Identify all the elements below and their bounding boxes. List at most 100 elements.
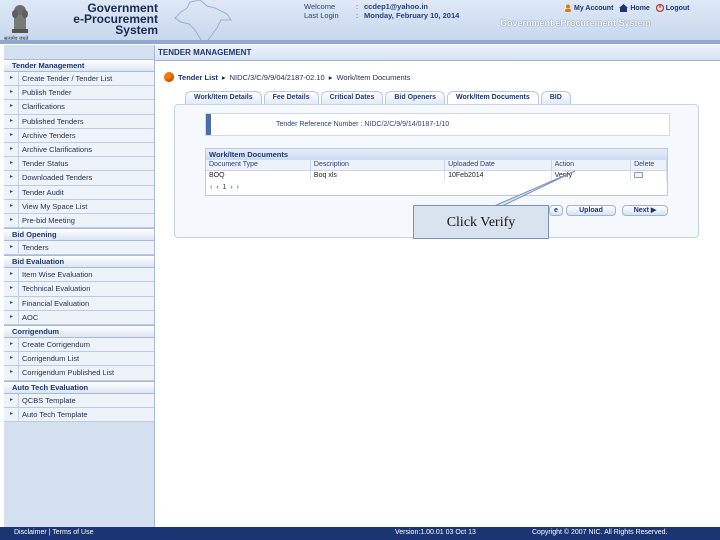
sidebar-item-aoc[interactable]: ▸ AOC [4,310,154,325]
sidebar-item-label: AOC [22,312,39,322]
col-delete: Delete [630,160,667,171]
arrow-right-icon: ▸ [10,355,14,362]
site-logo[interactable]: Government e-Procurement System [40,2,158,36]
breadcrumb-tender-id[interactable]: NIDC/3/C/9/9/04/2187-02.10 [230,73,325,82]
arrow-right-icon: ▸ [10,160,14,167]
sidebar-item-prebid-meeting[interactable]: ▸ Pre-bid Meeting [4,213,154,229]
tab-bid-openers[interactable]: Bid Openers [385,91,445,104]
logout-link[interactable]: Logout [655,4,690,12]
tender-reference-value: NIDC/2/C/9/9/14/0187-1/10 [364,121,450,128]
arrow-right-icon: ▸ [10,145,14,152]
section-title: TENDER MANAGEMENT [158,48,252,57]
footer-version: Version:1.00.01 03 Oct 13 [395,529,476,536]
sidebar-item-technical-evaluation[interactable]: ▸ Technical Evaluation [4,282,154,297]
sidebar-item-tenders[interactable]: ▸ Tenders [4,241,154,256]
tab-work-item-details[interactable]: Work/Item Details [185,91,262,104]
sidebar-item-label: Corrigendum Published List [22,368,115,378]
arrow-right-icon: ▸ [10,216,14,223]
header-divider [0,40,720,44]
tab-fee-details[interactable]: Fee Details [263,91,319,104]
my-account-link[interactable]: My Account [564,4,613,12]
next-button[interactable]: Next ▶ [622,205,668,216]
arrow-right-icon: ▸ [10,117,14,124]
sidebar-group-bid-evaluation: Bid Evaluation [4,255,154,269]
sidebar-item-item-wise-evaluation[interactable]: ▸ Item Wise Evaluation [4,268,154,283]
sidebar-item-publish-tender[interactable]: ▸ Publish Tender [4,86,154,101]
logout-icon [655,4,664,12]
sidebar-item-archive-tenders[interactable]: ▸ Archive Tenders [4,128,154,143]
sidebar-group-tender-management: Tender Management [4,59,154,72]
tab-critical-dates[interactable]: Critical Dates [320,91,384,104]
arrow-right-icon: ▸ [10,271,14,278]
arrow-right-icon: ▸ [10,75,14,81]
arrow-right-icon: ▸ [10,299,14,306]
header: सत्यमेव जयते Government e-Procurement Sy… [0,0,720,44]
arrow-right-icon: ▸ [10,188,14,195]
sidebar-item-label: Publish Tender [22,88,72,98]
sidebar-item-create-tender[interactable]: ▸ Create Tender / Tender List [4,72,154,87]
sidebar-item-published-tenders[interactable]: ▸ Published Tenders [4,114,154,129]
india-map-icon [174,0,232,44]
arrow-right-icon: ▸ [10,131,14,138]
user-icon [565,4,571,12]
tab-bid[interactable]: BID [540,91,571,104]
sidebar-item-auto-tech-template[interactable]: ▸ Auto Tech Template [4,407,154,422]
breadcrumb: Tender List ▸ NIDC/3/C/9/9/04/2187-02.10… [164,72,411,82]
sidebar-item-label: Tender Status [22,159,69,169]
sidebar-item-corrigendum-list[interactable]: ▸ Corrigendum List [4,352,154,367]
arrow-right-icon: ▸ [10,369,14,376]
home-link[interactable]: Home [619,4,650,12]
sidebar-group-auto-tech-evaluation: Auto Tech Evaluation [4,380,154,394]
breadcrumb-current: Work/Item Documents [336,72,411,82]
welcome-colon: : [356,2,359,11]
sidebar-item-label: Tenders [22,243,49,253]
sidebar-item-label: View My Space List [22,201,88,211]
home-label: Home [630,4,650,12]
welcome-value: ccdep1@yahoo.in [364,2,428,11]
cell-description: Boq xls [310,170,446,181]
footer-copyright: Copyright © 2007 NIC. All Rights Reserve… [532,529,668,536]
sidebar: Tender Management ▸ Create Tender / Tende… [4,45,155,527]
col-document-type: Document Type [206,160,311,171]
sidebar-item-tender-audit[interactable]: ▸ Tender Audit [4,185,154,200]
sidebar-item-label: Create Tender / Tender List [22,74,113,83]
tab-work-item-documents[interactable]: Work/Item Documents [446,91,539,105]
arrow-right-icon: ▸ [10,89,14,96]
accent-bar [206,114,211,135]
sidebar-item-downloaded-tenders[interactable]: ▸ Downloaded Tenders [4,171,154,186]
arrow-right-icon: ▸ [10,396,14,403]
sidebar-item-corrigendum-published-list[interactable]: ▸ Corrigendum Published List [4,366,154,381]
sidebar-item-label: Item Wise Evaluation [22,270,93,280]
tender-reference-label: Tender Reference Number : [276,121,363,128]
footer-links[interactable]: Disclaimer | Terms of Use [14,529,93,536]
sidebar-item-my-space-list[interactable]: ▸ View My Space List [4,199,154,214]
arrow-right-icon: ▸ [10,341,14,347]
sidebar-item-tender-status[interactable]: ▸ Tender Status [4,157,154,172]
bullet-icon [164,72,174,82]
sidebar-item-label: Create Corrigendum [22,340,90,349]
sidebar-item-label: Published Tenders [22,116,84,126]
sidebar-item-label: Archive Clarifications [22,144,93,154]
breadcrumb-tender-list[interactable]: Tender List [178,73,218,82]
sidebar-group-corrigendum: Corrigendum [4,325,154,338]
documents-title: Work/Item Documents [206,149,667,160]
sidebar-item-create-corrigendum[interactable]: ▸ Create Corrigendum [4,338,154,353]
tender-reference-box: Tender Reference Number : NIDC/2/C/9/9/1… [205,113,670,136]
delete-doc-icon[interactable] [634,171,644,178]
arrow-right-icon: ▸ [10,410,14,417]
sidebar-item-clarifications[interactable]: ▸ Clarifications [4,100,154,115]
arrow-right-icon: ▸ [10,244,14,251]
sidebar-item-archive-clarifications[interactable]: ▸ Archive Clarifications [4,142,154,158]
arrow-right-icon: ▸ [10,103,14,110]
footer: Disclaimer | Terms of Use Version:1.00.0… [0,527,720,540]
sidebar-item-label: Pre-bid Meeting [22,215,75,225]
home-icon [619,4,629,12]
sidebar-item-financial-evaluation[interactable]: ▸ Financial Evaluation [4,296,154,311]
sidebar-item-label: Financial Evaluation [22,298,90,308]
my-account-label: My Account [574,4,614,12]
arrow-right-icon: ▸ [10,202,14,209]
sidebar-item-qcbs-template[interactable]: ▸ QCBS Template [4,393,154,408]
sidebar-item-label: Downloaded Tenders [22,173,93,183]
last-login-label: Last Login [304,11,339,20]
cell-document-type: BOQ [206,170,311,181]
